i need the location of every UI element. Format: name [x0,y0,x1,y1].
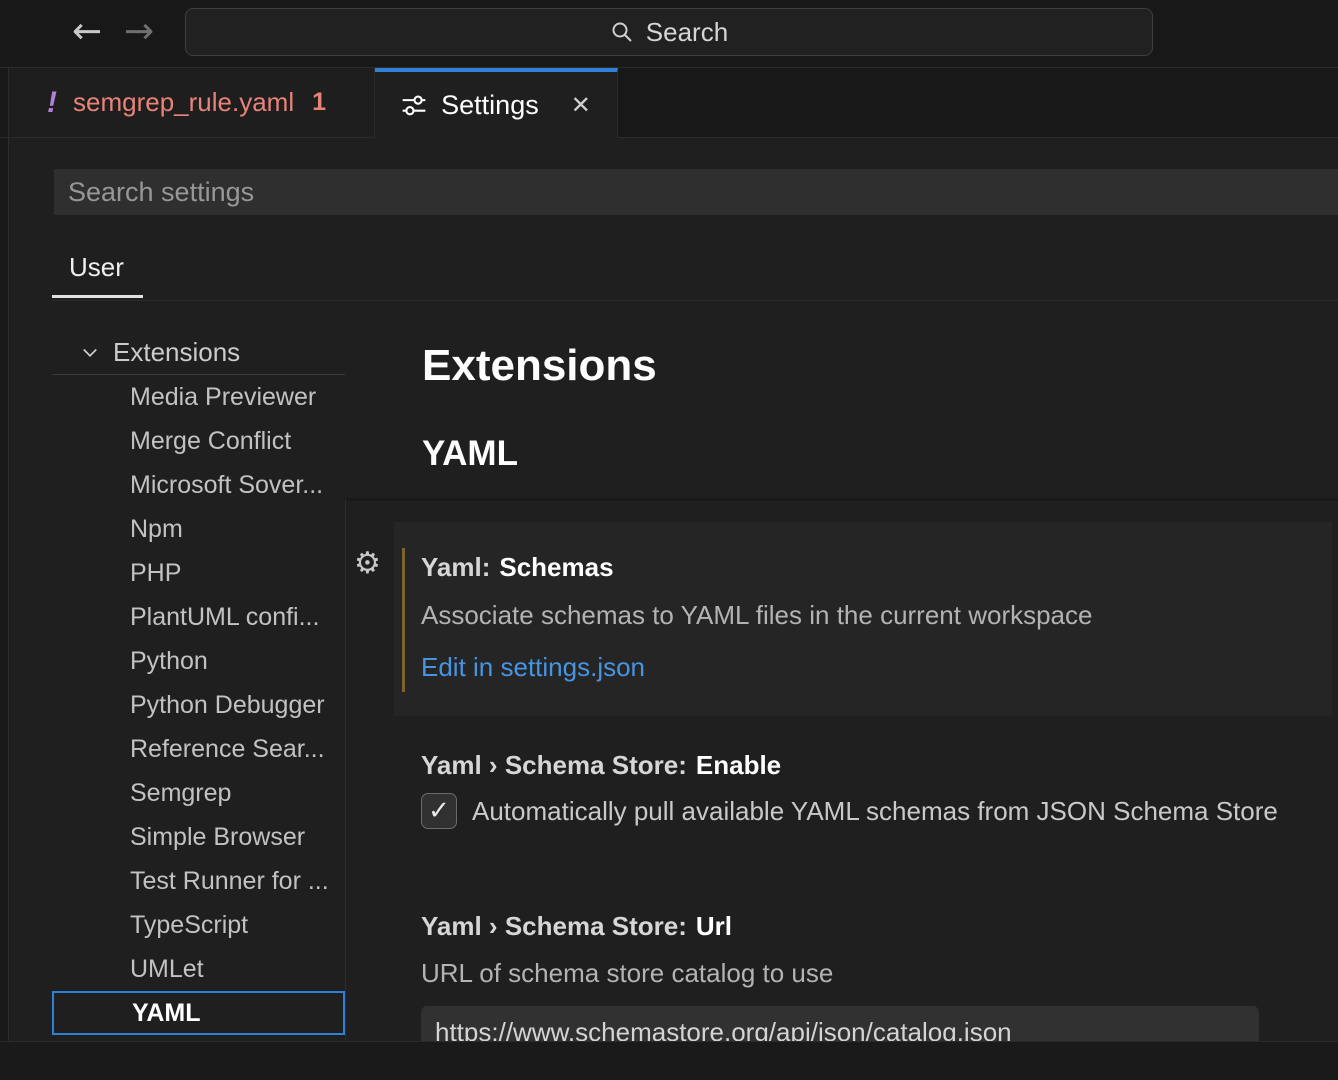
toc-item-test-runner[interactable]: Test Runner for ... [52,859,345,903]
modified-indicator [402,548,405,692]
schema-store-enable-checkbox[interactable]: ✓ [421,793,457,829]
toc-item-python-debugger[interactable]: Python Debugger [52,683,345,727]
setting-row-yaml-schemas: Yaml: Schemas Associate schemas to YAML f… [394,522,1332,716]
setting-category: Yaml › Schema Store: [421,750,687,780]
toc-content-divider [345,500,346,1041]
setting-title-schema-store-url: Yaml › Schema Store: Url [421,911,732,942]
toc-item-plantuml[interactable]: PlantUML confi... [52,595,345,639]
schema-store-url-input[interactable] [421,1006,1259,1041]
setting-label: Schemas [499,552,613,582]
page-title: Extensions [422,341,657,391]
tab-settings[interactable]: Settings ✕ [375,68,618,138]
gear-icon[interactable]: ⚙ [354,546,381,581]
toc-group-extensions[interactable]: Extensions [52,330,345,375]
setting-label: Url [696,911,732,941]
tab-bar: ! semgrep_rule.yaml 1 Settings ✕ [0,67,1338,138]
tab-file-label: semgrep_rule.yaml [73,87,294,118]
toc-group-label: Extensions [113,337,240,368]
scope-divider [52,300,1338,301]
toc-list: Media Previewer Merge Conflict Microsoft… [52,375,345,1035]
setting-category: Yaml › Schema Store: [421,911,687,941]
yaml-file-icon: ! [47,86,57,120]
forward-icon[interactable]: → [124,10,154,54]
back-icon[interactable]: ← [72,10,102,54]
setting-description: Associate schemas to YAML files in the c… [421,600,1092,631]
checkbox-description: Automatically pull available YAML schema… [472,796,1278,827]
content-header-shadow [346,498,1338,501]
toc-item-python[interactable]: Python [52,639,345,683]
toc-item-media-previewer[interactable]: Media Previewer [52,375,345,419]
search-icon [610,20,634,44]
section-title: YAML [422,434,518,474]
tabbar-filler [0,68,8,138]
setting-label: Enable [696,750,781,780]
scope-tab-active-underline [52,295,143,298]
toc-item-npm[interactable]: Npm [52,507,345,551]
command-center-search[interactable]: Search [185,8,1153,56]
toc-item-microsoft-sover[interactable]: Microsoft Sover... [52,463,345,507]
editor-left-edge [0,138,9,1041]
setting-category: Yaml: [421,552,490,582]
toc-item-semgrep[interactable]: Semgrep [52,771,345,815]
toc-item-umlet[interactable]: UMLet [52,947,345,991]
vscode-window: ← → Search ! semgrep_rule.yaml 1 [0,0,1338,1080]
edit-in-settings-json-link[interactable]: Edit in settings.json [421,652,645,683]
toc-item-merge-conflict[interactable]: Merge Conflict [52,419,345,463]
tabbar-filler [618,68,1338,138]
sliders-icon [401,92,427,118]
toc-item-php[interactable]: PHP [52,551,345,595]
toc-item-simple-browser[interactable]: Simple Browser [52,815,345,859]
tab-settings-label: Settings [441,90,539,121]
settings-editor: User Extensions Media Previewer Merge Co… [0,138,1338,1041]
checkmark-icon: ✓ [428,796,450,826]
setting-description: URL of schema store catalog to use [421,958,833,989]
setting-title-schemas: Yaml: Schemas [421,552,614,583]
toc-item-typescript[interactable]: TypeScript [52,903,345,947]
command-center-label: Search [646,17,728,48]
toc-item-reference-search[interactable]: Reference Sear... [52,727,345,771]
toc-item-yaml-selected[interactable]: YAML [52,991,345,1035]
tab-file-problem-badge: 1 [312,88,326,117]
setting-title-schema-store-enable: Yaml › Schema Store: Enable [421,750,781,781]
scope-tab-user[interactable]: User [69,252,124,283]
bottom-panel-strip [0,1041,1338,1080]
settings-toc: Extensions Media Previewer Merge Conflic… [52,330,345,1035]
title-bar: ← → Search [0,0,1338,67]
close-icon[interactable]: ✕ [571,91,591,119]
settings-search-input[interactable] [54,169,1338,215]
tab-semgrep-rule-yaml[interactable]: ! semgrep_rule.yaml 1 [8,68,375,138]
chevron-down-icon [80,342,100,362]
